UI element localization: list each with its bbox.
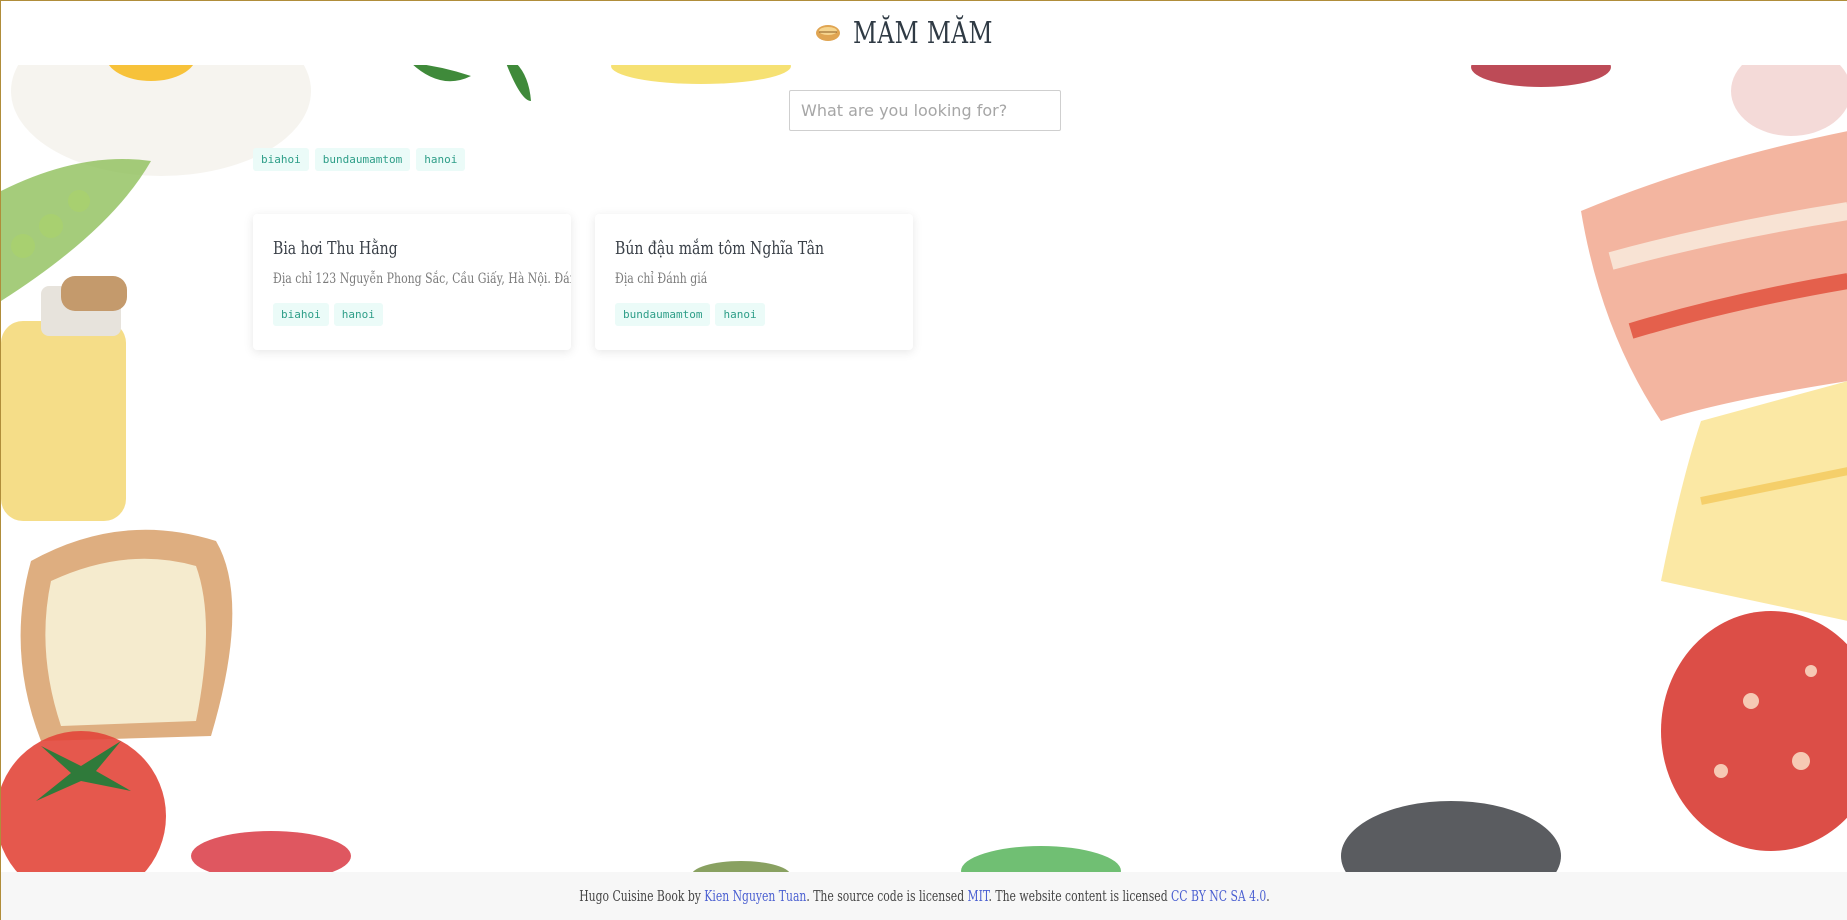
site-footer: Hugo Cuisine Book by Kien Nguyen Tuan. T… xyxy=(1,872,1847,920)
footer-credits: Hugo Cuisine Book by Kien Nguyen Tuan. T… xyxy=(579,887,1269,905)
site-title: MĂM MĂM xyxy=(853,15,994,51)
content-license-link[interactable]: CC BY NC SA 4.0 xyxy=(1171,887,1266,905)
bowl-icon xyxy=(816,25,841,41)
tag-filter-list: biahoi bundaumamtom hanoi xyxy=(253,148,466,171)
tag-hanoi[interactable]: hanoi xyxy=(416,148,466,171)
site-header: MĂM MĂM xyxy=(1,1,1847,65)
food-illustration-background xyxy=(1,6,1847,911)
footer-text-mid1: . The source code is licensed xyxy=(805,887,968,905)
footer-suffix: . xyxy=(1265,887,1270,905)
card-title: Bia hơi Thu Hằng xyxy=(273,238,398,259)
card-tag[interactable]: biahoi xyxy=(273,303,329,326)
card-description: Địa chỉ 123 Nguyễn Phong Sắc, Cầu Giấy, … xyxy=(273,271,571,287)
author-link[interactable]: Kien Nguyen Tuan xyxy=(704,887,806,905)
card-tag-list: biahoi hanoi xyxy=(273,303,551,326)
card-title: Bún đậu mắm tôm Nghĩa Tân xyxy=(615,238,825,259)
card-tag[interactable]: bundaumamtom xyxy=(615,303,711,326)
recipe-card-bun-dau[interactable]: Bún đậu mắm tôm Nghĩa Tân Địa chỉ Đánh g… xyxy=(595,214,913,350)
footer-prefix: Hugo Cuisine Book by xyxy=(578,887,704,905)
search-input[interactable] xyxy=(789,90,1061,131)
recipe-card-bia-hoi[interactable]: Bia hơi Thu Hằng Địa chỉ 123 Nguyễn Phon… xyxy=(253,214,571,350)
card-description: Địa chỉ Đánh giá xyxy=(615,271,708,287)
card-tag-list: bundaumamtom hanoi xyxy=(615,303,893,326)
tag-biahoi[interactable]: biahoi xyxy=(253,148,309,171)
code-license-link[interactable]: MIT xyxy=(967,887,988,905)
card-tag[interactable]: hanoi xyxy=(715,303,765,326)
site-logo-link[interactable]: MĂM MĂM xyxy=(815,16,1032,51)
tag-bundaumamtom[interactable]: bundaumamtom xyxy=(314,148,411,171)
footer-text-mid2: . The website content is licensed xyxy=(988,887,1171,905)
card-tag[interactable]: hanoi xyxy=(333,303,383,326)
